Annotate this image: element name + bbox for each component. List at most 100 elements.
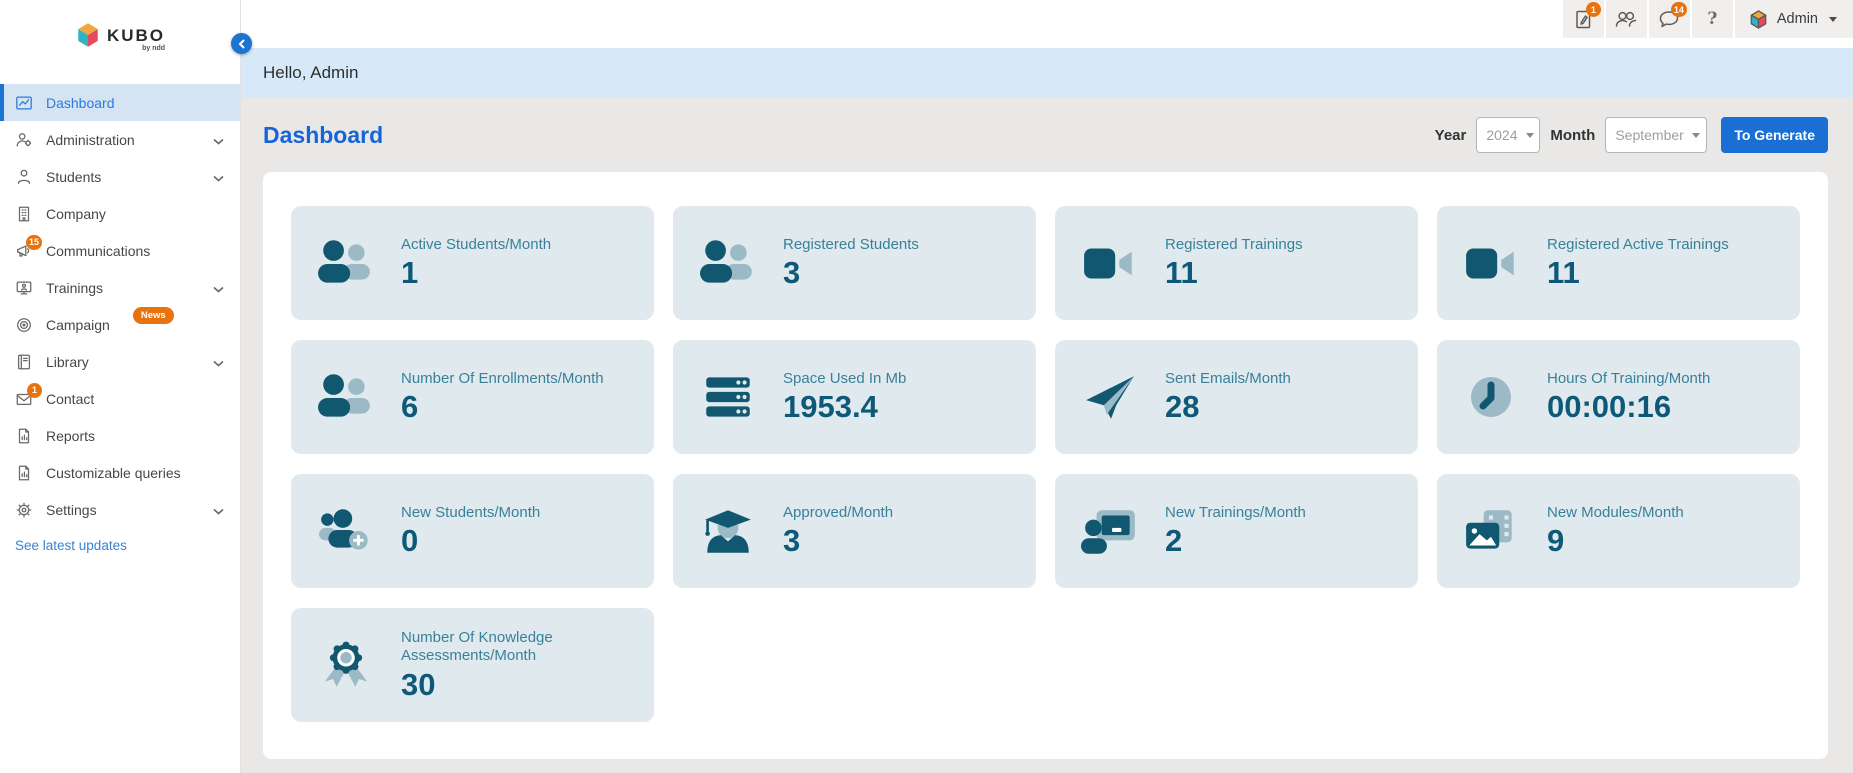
stat-card-new-modules: New Modules/Month 9 xyxy=(1437,474,1800,588)
card-label: Number Of Knowledge Assessments/Month xyxy=(401,628,553,665)
dashboard-filters: Year 2024 Month September To Generate xyxy=(1435,117,1828,153)
sidebar-item-label: Company xyxy=(46,205,106,222)
help-icon: ? xyxy=(1707,9,1718,29)
card-value: 1953.4 xyxy=(783,389,878,425)
card-label: Registered Students xyxy=(783,236,919,254)
chevron-down-icon xyxy=(1525,132,1534,138)
sidebar-collapse-button[interactable] xyxy=(231,33,252,54)
video-camera-icon xyxy=(1437,238,1547,288)
stat-card-knowledge-assessments: Number Of Knowledge Assessments/Month 30 xyxy=(291,608,654,722)
compose-badge: 1 xyxy=(1585,2,1601,17)
card-label: New Trainings/Month xyxy=(1165,504,1306,522)
news-badge: News xyxy=(132,307,174,324)
page-title-row: Dashboard Year 2024 Month September To G… xyxy=(241,98,1853,172)
users-icon xyxy=(673,238,783,288)
card-label: New Modules/Month xyxy=(1547,504,1684,522)
brand-name: KUBO xyxy=(106,26,166,45)
card-value: 6 xyxy=(401,389,419,425)
sidebar-nav: Dashboard Administration Students Compan… xyxy=(0,84,240,553)
chevron-down-icon xyxy=(213,280,224,296)
stat-card-registered-active-trainings: Registered Active Trainings 11 xyxy=(1437,206,1800,320)
see-latest-updates-link[interactable]: See latest updates xyxy=(0,538,240,553)
sidebar-item-label: Communications xyxy=(46,242,151,259)
sidebar-item-dashboard[interactable]: Dashboard xyxy=(0,84,240,121)
megaphone-icon: 15 xyxy=(15,234,42,260)
sidebar-item-students[interactable]: Students xyxy=(0,158,240,195)
users-icon xyxy=(291,372,401,422)
sidebar-item-label: Students xyxy=(46,168,102,185)
card-label: Active Students/Month xyxy=(401,236,552,254)
sidebar-item-library[interactable]: Library xyxy=(0,343,240,380)
sidebar-item-label: Customizable queries xyxy=(46,464,181,481)
kubo-cube-icon xyxy=(78,23,98,47)
sidebar: KUBO by ndd Dashboard Administration Stu… xyxy=(0,0,241,773)
book-icon xyxy=(15,353,33,371)
sidebar-item-trainings[interactable]: Trainings xyxy=(0,269,240,306)
card-label: Sent Emails/Month xyxy=(1165,370,1291,388)
card-value: 3 xyxy=(783,255,801,291)
sidebar-item-settings[interactable]: Settings xyxy=(0,491,240,528)
contact-badge: 1 xyxy=(27,382,42,398)
report-document-icon xyxy=(15,427,33,445)
video-camera-icon xyxy=(1055,238,1165,288)
stat-card-active-students: Active Students/Month 1 xyxy=(291,206,654,320)
clock-icon xyxy=(1437,372,1547,422)
sidebar-item-campaign[interactable]: Campaign News xyxy=(0,306,240,343)
query-document-icon xyxy=(15,464,33,482)
medal-icon xyxy=(291,640,401,690)
chat-button[interactable]: 14 xyxy=(1646,0,1690,38)
card-label: Space Used In Mb xyxy=(783,370,907,388)
target-icon xyxy=(15,316,33,334)
year-label: Year xyxy=(1434,126,1467,144)
chevron-down-icon xyxy=(213,132,224,148)
year-select[interactable]: 2024 xyxy=(1476,117,1541,153)
sidebar-item-customizable-queries[interactable]: Customizable queries xyxy=(0,454,240,491)
users-button[interactable] xyxy=(1603,0,1647,38)
admin-user-gear-icon xyxy=(15,131,33,149)
card-label: Registered Trainings xyxy=(1165,236,1303,254)
dashboard-chart-icon xyxy=(15,94,33,112)
caret-down-icon xyxy=(1829,16,1837,22)
stat-card-hours-training: Hours Of Training/Month 00:00:16 xyxy=(1437,340,1800,454)
sidebar-item-label: Library xyxy=(46,353,89,370)
chat-badge: 14 xyxy=(1670,2,1687,17)
sidebar-item-communications[interactable]: 15 Communications xyxy=(0,232,240,269)
building-icon xyxy=(15,205,33,223)
top-bar: 1 14 ? Admin xyxy=(241,0,1853,48)
sidebar-item-label: Reports xyxy=(46,427,96,444)
stat-card-new-students: New Students/Month 0 xyxy=(291,474,654,588)
month-select-value: September xyxy=(1615,127,1684,143)
brand-subtitle: by ndd xyxy=(142,45,166,52)
card-label: Approved/Month xyxy=(783,504,894,522)
brand-logo: KUBO by ndd xyxy=(0,0,240,70)
compose-notifications-button[interactable]: 1 xyxy=(1560,0,1604,38)
stat-card-registered-trainings: Registered Trainings 11 xyxy=(1055,206,1418,320)
sidebar-item-administration[interactable]: Administration xyxy=(0,121,240,158)
sidebar-item-label: Administration xyxy=(46,131,135,148)
greeting-text: Hello, Admin xyxy=(263,63,359,82)
help-button[interactable]: ? xyxy=(1689,0,1733,38)
month-select[interactable]: September xyxy=(1605,117,1708,153)
gear-icon xyxy=(15,501,33,519)
card-value: 0 xyxy=(401,523,419,559)
card-value: 00:00:16 xyxy=(1547,389,1672,425)
sidebar-item-label: Contact xyxy=(46,390,95,407)
sidebar-item-contact[interactable]: 1 Contact xyxy=(0,380,240,417)
monitor-person-icon xyxy=(15,279,33,297)
users-icon xyxy=(1616,11,1637,27)
generate-button[interactable]: To Generate xyxy=(1721,117,1828,153)
sidebar-item-reports[interactable]: Reports xyxy=(0,417,240,454)
month-label: Month xyxy=(1550,126,1596,144)
card-label: New Students/Month xyxy=(401,504,541,522)
sidebar-item-company[interactable]: Company xyxy=(0,195,240,232)
card-value: 9 xyxy=(1547,523,1565,559)
kubo-cube-icon xyxy=(1750,9,1767,29)
stats-panel: Active Students/Month 1 Registered Stude… xyxy=(263,172,1828,759)
admin-menu[interactable]: Admin xyxy=(1732,0,1853,38)
chevron-down-icon xyxy=(213,169,224,185)
stat-card-new-trainings: New Trainings/Month 2 xyxy=(1055,474,1418,588)
graduate-icon xyxy=(673,506,783,556)
image-film-icon xyxy=(1437,506,1547,556)
envelope-icon: 1 xyxy=(15,382,42,408)
stat-card-approved: Approved/Month 3 xyxy=(673,474,1036,588)
